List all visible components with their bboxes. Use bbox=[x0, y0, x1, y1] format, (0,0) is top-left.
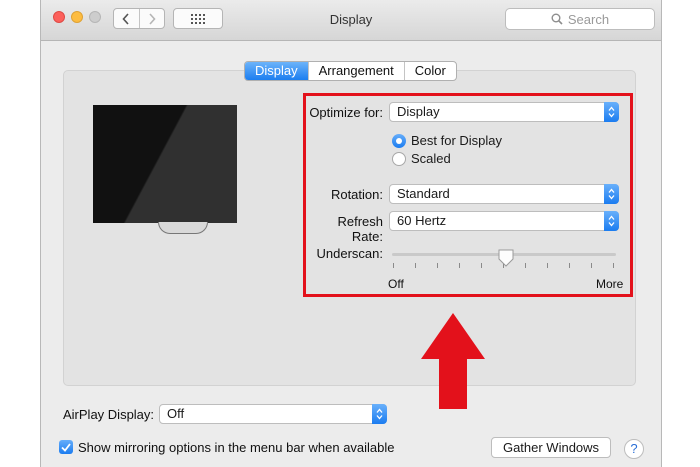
airplay-display-popup[interactable]: Off bbox=[159, 404, 387, 424]
rotation-label: Rotation: bbox=[330, 187, 383, 202]
refresh-rate-popup[interactable]: 60 Hertz bbox=[389, 211, 619, 231]
slider-tick bbox=[525, 263, 526, 268]
slider-tick bbox=[393, 263, 394, 268]
tab-display[interactable]: Display bbox=[245, 62, 308, 80]
popup-arrows-icon bbox=[372, 404, 387, 424]
title-bar: Display Search bbox=[41, 0, 661, 41]
refresh-rate-value: 60 Hertz bbox=[397, 213, 447, 228]
radio-scaled-label: Scaled bbox=[411, 151, 451, 166]
radio-scaled[interactable]: Scaled bbox=[392, 151, 451, 166]
slider-tick bbox=[547, 263, 548, 268]
rotation-value: Standard bbox=[397, 186, 450, 201]
airplay-display-label: AirPlay Display: bbox=[63, 407, 155, 422]
search-placeholder: Search bbox=[567, 11, 610, 27]
slider-tick bbox=[481, 263, 482, 268]
search-icon bbox=[551, 13, 563, 25]
optimize-for-label: Optimize for: bbox=[309, 105, 383, 120]
display-stand bbox=[158, 222, 208, 234]
radio-best-for-display[interactable]: Best for Display bbox=[392, 133, 502, 148]
optimize-for-popup[interactable]: Display bbox=[389, 102, 619, 122]
slider-thumb[interactable] bbox=[498, 249, 514, 267]
underscan-label: Underscan: bbox=[316, 246, 383, 261]
refresh-rate-label: Refresh Rate: bbox=[337, 214, 383, 244]
slider-tick bbox=[415, 263, 416, 268]
slider-tick bbox=[459, 263, 460, 268]
airplay-display-value: Off bbox=[167, 406, 185, 421]
display-preview bbox=[93, 105, 237, 223]
tab-color[interactable]: Color bbox=[403, 62, 456, 80]
slider-tick bbox=[591, 263, 592, 268]
tab-bar: Display Arrangement Color bbox=[244, 61, 457, 81]
screen-glare bbox=[93, 105, 237, 223]
optimize-for-value: Display bbox=[397, 104, 440, 119]
help-button[interactable]: ? bbox=[624, 439, 644, 459]
slider-tick bbox=[437, 263, 438, 268]
gather-windows-button[interactable]: Gather Windows bbox=[491, 437, 611, 458]
popup-arrows-icon bbox=[604, 211, 619, 231]
display-preferences-window: Display Search Display Arrangement Color… bbox=[40, 0, 662, 467]
slider-tick bbox=[613, 263, 614, 268]
popup-arrows-icon bbox=[604, 184, 619, 204]
checkmark-icon bbox=[61, 442, 71, 452]
search-field[interactable]: Search bbox=[505, 8, 655, 30]
rotation-popup[interactable]: Standard bbox=[389, 184, 619, 204]
up-arrow-annotation bbox=[421, 313, 485, 409]
underscan-max-label: More bbox=[596, 277, 624, 291]
radio-best-label: Best for Display bbox=[411, 133, 503, 148]
radio-unselected-icon bbox=[392, 151, 406, 166]
popup-arrows-icon bbox=[604, 102, 619, 122]
tab-arrangement[interactable]: Arrangement bbox=[307, 62, 404, 80]
mirroring-checkbox[interactable] bbox=[59, 440, 73, 454]
slider-tick bbox=[569, 263, 570, 268]
mirroring-label: Show mirroring options in the menu bar w… bbox=[78, 440, 395, 455]
radio-selected-icon bbox=[392, 133, 406, 148]
underscan-min-label: Off bbox=[388, 277, 404, 291]
